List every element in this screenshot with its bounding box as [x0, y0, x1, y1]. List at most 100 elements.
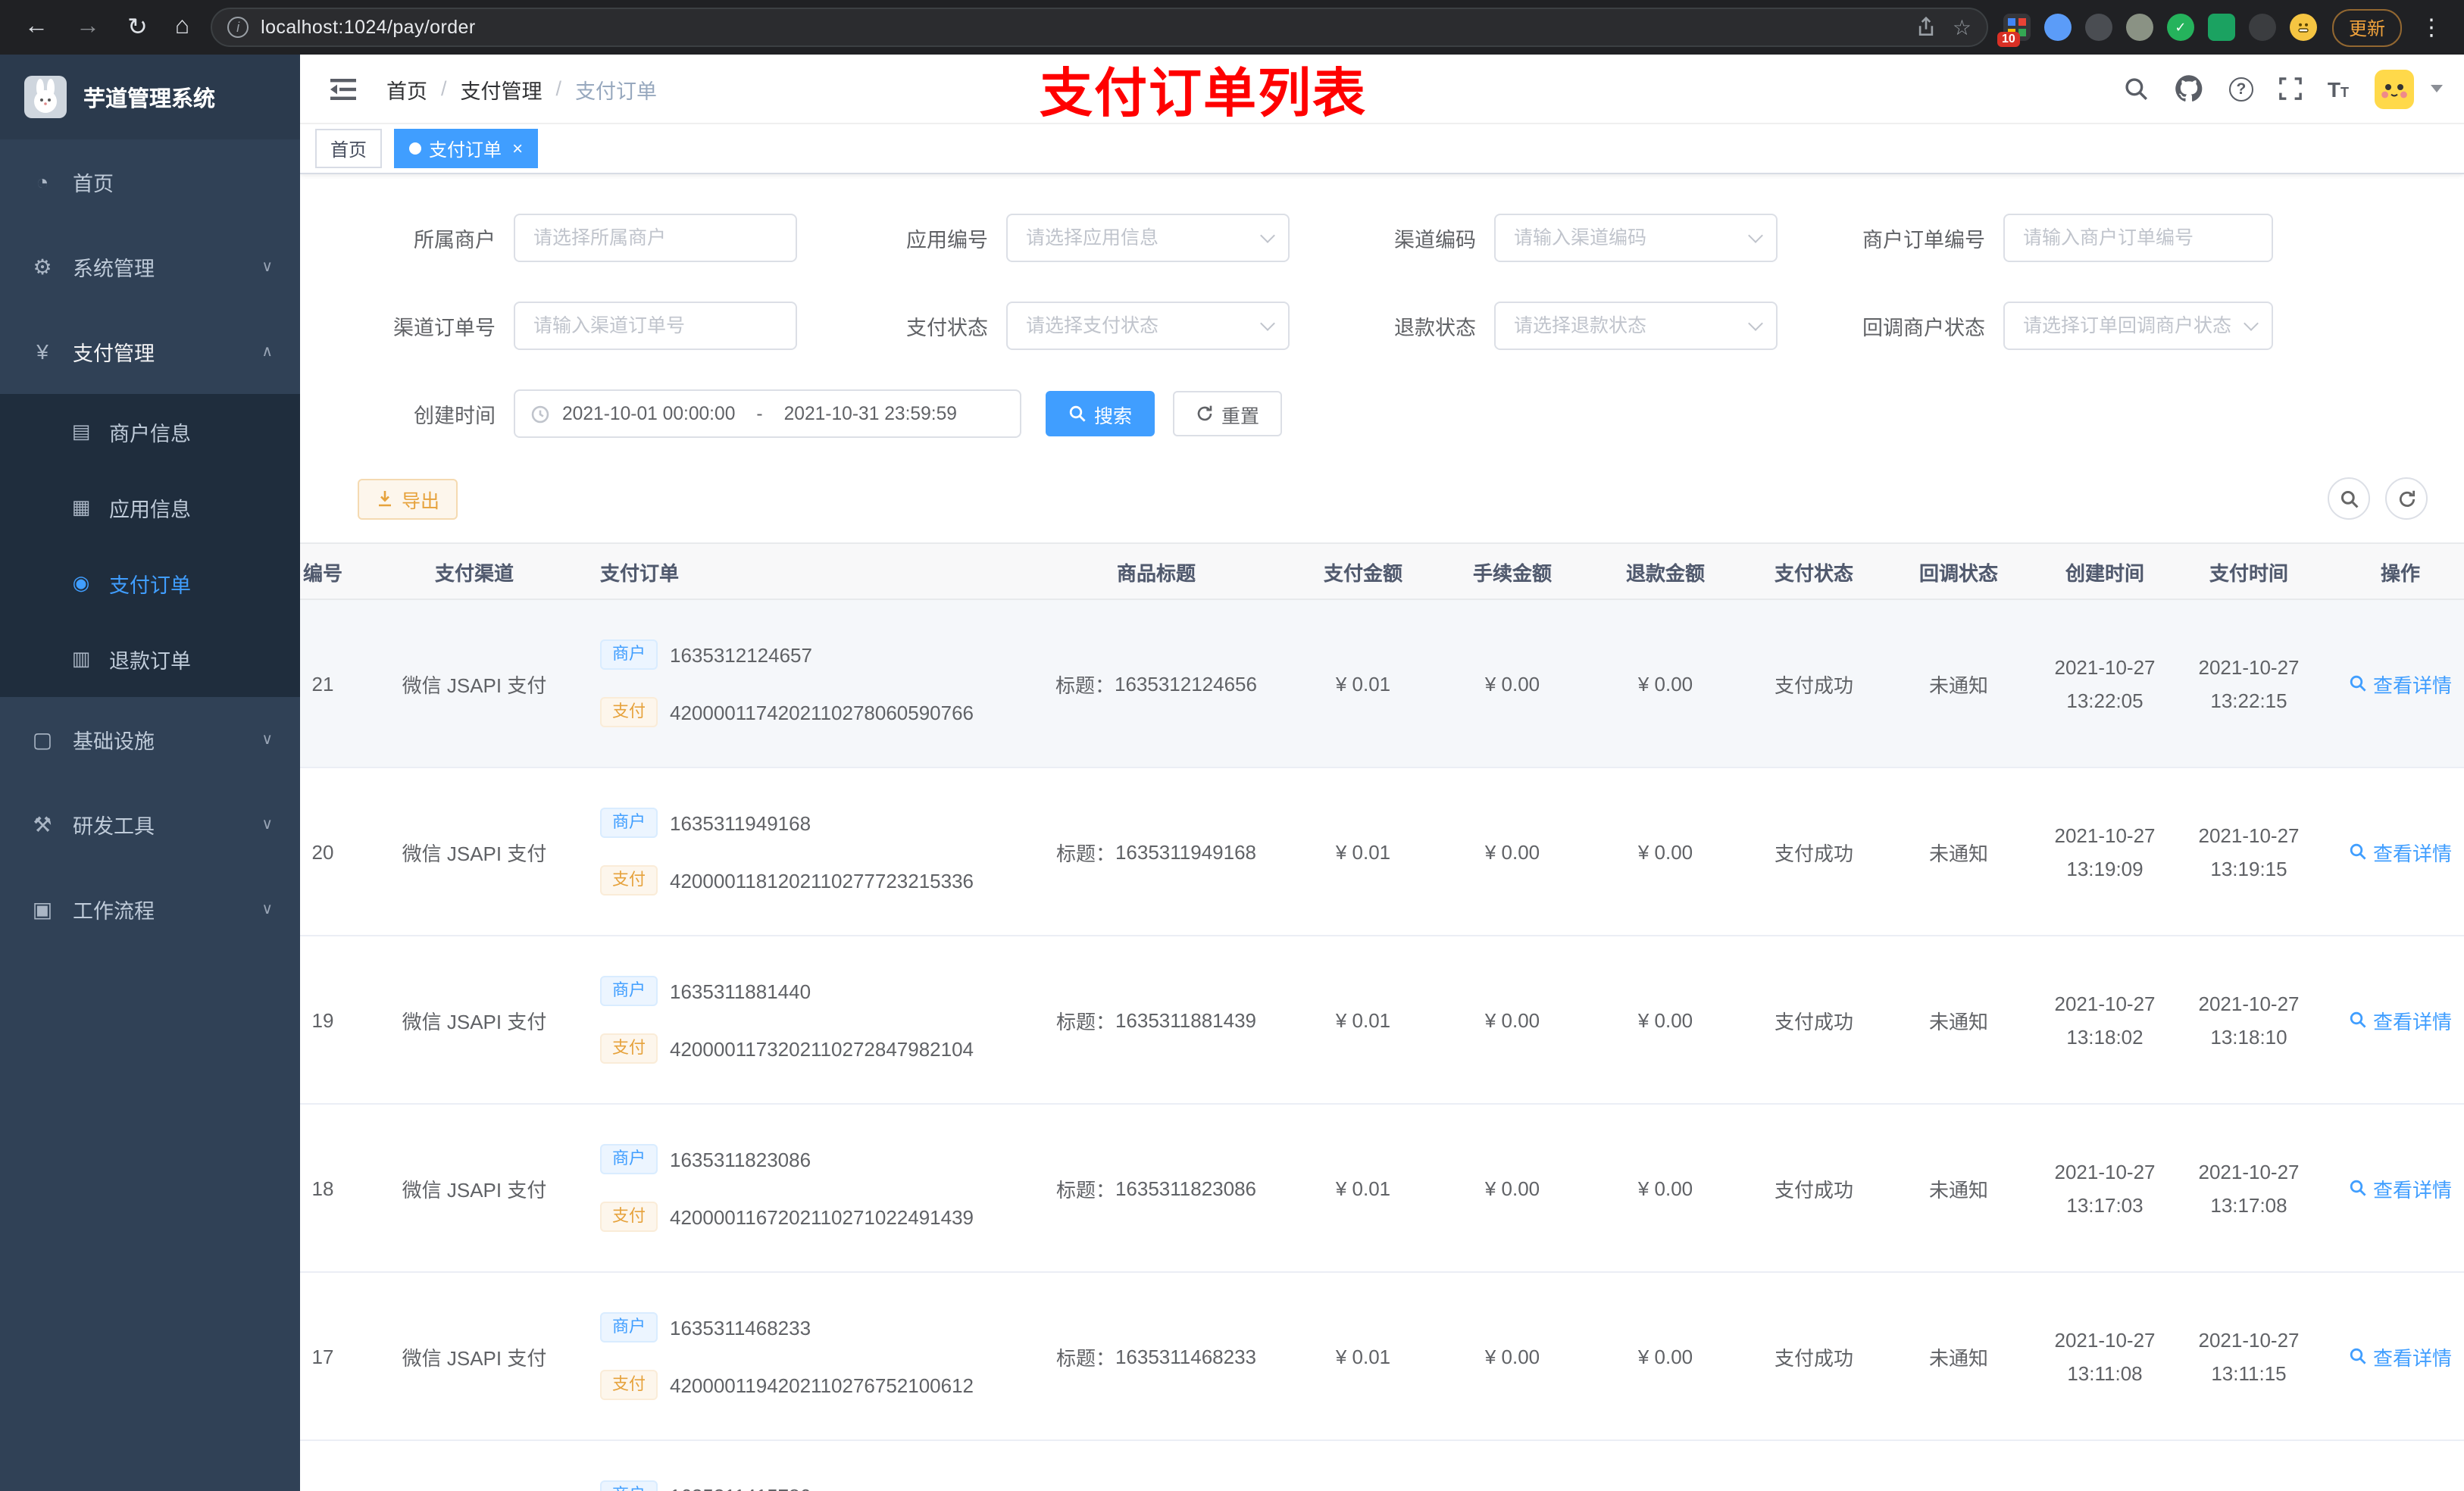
table-toolbar: 导出	[358, 477, 2428, 520]
search-icon	[1068, 405, 1087, 423]
export-button[interactable]: 导出	[358, 478, 458, 519]
sidebar-item-pay-order[interactable]: ◉ 支付订单	[0, 545, 300, 621]
site-info-icon[interactable]: i	[227, 17, 249, 38]
extension-gray-icon[interactable]	[2125, 14, 2153, 41]
order-id-cell: 21	[311, 672, 334, 695]
filter-create-time: 创建时间 2021-10-01 00:00:00 - 2021-10-31 23…	[300, 389, 1021, 438]
sidebar-item-system[interactable]: ⚙ 系统管理 ∨	[0, 224, 300, 309]
home-icon[interactable]: ⌂	[175, 14, 189, 41]
sidebar-item-workflow[interactable]: ▣ 工作流程 ∨	[0, 867, 300, 952]
pay-badge: 支付	[600, 697, 658, 727]
merchant-order-no: 1635312124657	[670, 643, 812, 666]
fullscreen-icon[interactable]	[2279, 77, 2302, 100]
sidebar-item-label: 应用信息	[109, 499, 191, 521]
user-avatar[interactable]	[2375, 69, 2414, 108]
extension-tabs-icon[interactable]: 10	[1997, 14, 2031, 47]
amount-cell: ¥ 0.01	[1335, 1008, 1391, 1031]
font-size-icon[interactable]: TT	[2328, 77, 2349, 101]
actions-cell: 查看详情	[2317, 600, 2464, 767]
channel-order-no: 4200001173202110272847982104	[670, 1037, 974, 1060]
date-start[interactable]: 2021-10-01 00:00:00	[562, 403, 735, 424]
extension-green-icon[interactable]	[2207, 14, 2235, 41]
help-icon[interactable]: ?	[2228, 77, 2253, 101]
extension-pin-icon[interactable]	[2248, 14, 2276, 41]
view-detail-link[interactable]: 查看详情	[2349, 669, 2452, 698]
merchant-input[interactable]	[514, 214, 797, 262]
view-detail-link[interactable]: 查看详情	[2349, 1005, 2452, 1034]
share-icon[interactable]	[1916, 17, 1937, 38]
sidebar-item-home[interactable]: ◔ 首页	[0, 139, 300, 224]
amount-cell: ¥ 0.01	[1335, 1177, 1391, 1199]
app-id-select[interactable]	[1006, 214, 1290, 262]
github-icon[interactable]	[2175, 74, 2203, 103]
tab-pay-order[interactable]: 支付订单 ×	[394, 129, 539, 168]
refresh-icon[interactable]: ↻	[127, 12, 148, 42]
channel-order-no: 4200001181202110277723215336	[670, 869, 974, 892]
view-detail-link[interactable]: 查看详情	[2349, 1342, 2452, 1371]
sidebar-toggle[interactable]	[321, 78, 365, 99]
pay-badge: 支付	[600, 865, 658, 896]
extension-check-icon[interactable]: ✓	[2166, 14, 2194, 41]
reset-button[interactable]: 重置	[1173, 391, 1283, 436]
sidebar-item-payment[interactable]: ¥ 支付管理 ∧	[0, 309, 300, 394]
sidebar-item-merchant-info[interactable]: ▤ 商户信息	[0, 394, 300, 470]
card-icon: ▤	[71, 420, 91, 442]
search-button[interactable]: 搜索	[1046, 391, 1155, 436]
grid-icon: ▦	[71, 495, 91, 518]
channel-cell: 微信 JSAPI 支付	[402, 1010, 547, 1033]
tab-label: 支付订单	[429, 139, 502, 160]
filter-label: 创建时间	[414, 405, 496, 427]
url-text[interactable]: localhost:1024/pay/order	[261, 17, 1904, 38]
breadcrumb-home[interactable]: 首页	[386, 73, 427, 104]
close-icon[interactable]: ×	[512, 138, 523, 159]
sidebar-logo[interactable]: 芋道管理系统	[0, 55, 300, 139]
table-row: 17 微信 JSAPI 支付 商户 1635311468233 支付 42000…	[300, 1273, 2464, 1441]
title-cell: 标题： 1635311949168	[1020, 768, 1293, 935]
search-icon[interactable]	[2123, 76, 2149, 102]
date-end[interactable]: 2021-10-31 23:59:59	[784, 403, 957, 424]
sidebar-item-infra[interactable]: ▢ 基础设施 ∨	[0, 697, 300, 782]
col-actions: 操作	[2380, 561, 2420, 584]
date-range-picker[interactable]: 2021-10-01 00:00:00 - 2021-10-31 23:59:5…	[514, 389, 1021, 438]
view-detail-link[interactable]: 查看详情	[2349, 1174, 2452, 1202]
refund-status-select[interactable]	[1494, 302, 1778, 350]
toggle-search-button[interactable]	[2328, 477, 2370, 520]
tab-home[interactable]: 首页	[315, 129, 383, 168]
breadcrumb-payment[interactable]: 支付管理	[461, 73, 543, 104]
page-content: 所属商户 应用编号 渠道编码 商户订单编号	[300, 174, 2464, 1491]
notify-status-select[interactable]	[2003, 302, 2273, 350]
refresh-table-button[interactable]	[2385, 477, 2428, 520]
channel-cell: 微信 JSAPI 支付	[402, 674, 547, 696]
sidebar-item-devtools[interactable]: ⚒ 研发工具 ∨	[0, 782, 300, 867]
back-icon[interactable]: ←	[24, 14, 48, 41]
forward-icon[interactable]: →	[76, 14, 100, 41]
browser-update-button[interactable]: 更新	[2331, 8, 2402, 46]
sidebar-item-refund-order[interactable]: ▥ 退款订单	[0, 621, 300, 697]
fee-cell: ¥ 0.00	[1484, 1008, 1540, 1031]
bookmark-star-icon[interactable]: ☆	[1953, 14, 1972, 40]
view-detail-link[interactable]: 查看详情	[2349, 837, 2452, 866]
filter-row-1: 所属商户 应用编号 渠道编码 商户订单编号	[300, 214, 2464, 262]
channel-order-no-input[interactable]	[514, 302, 797, 350]
sidebar-item-app-info[interactable]: ▦ 应用信息	[0, 470, 300, 545]
title-prefix: 标题：	[1055, 1346, 1115, 1369]
extension-drop-icon[interactable]	[2043, 14, 2072, 41]
title-prefix: 标题：	[1055, 674, 1115, 696]
magnifier-icon	[2349, 674, 2367, 692]
avatar-caret-icon[interactable]	[2431, 85, 2443, 92]
table-row: 19 微信 JSAPI 支付 商户 1635311881440 支付 42000…	[300, 936, 2464, 1105]
pay-time-cell: 2021-10-27 13:19:15	[2198, 824, 2300, 880]
channel-code-select[interactable]	[1494, 214, 1778, 262]
export-button-label: 导出	[402, 490, 440, 511]
filter-label: 渠道订单号	[393, 317, 496, 339]
chevron-down-icon: ∨	[261, 901, 273, 917]
emoji-extension-icon[interactable]	[2289, 14, 2317, 41]
pay-status-select[interactable]	[1006, 302, 1290, 350]
title-value: 1635312124656	[1115, 672, 1257, 695]
browser-menu-icon[interactable]: ⋮	[2417, 14, 2446, 41]
extension-dark-icon[interactable]	[2084, 14, 2112, 41]
merchant-order-no-input[interactable]	[2003, 214, 2273, 262]
chevron-down-icon: ∨	[261, 731, 273, 748]
address-bar[interactable]: i localhost:1024/pay/order ☆	[211, 8, 1988, 47]
sidebar-item-label: 支付管理	[73, 342, 155, 365]
